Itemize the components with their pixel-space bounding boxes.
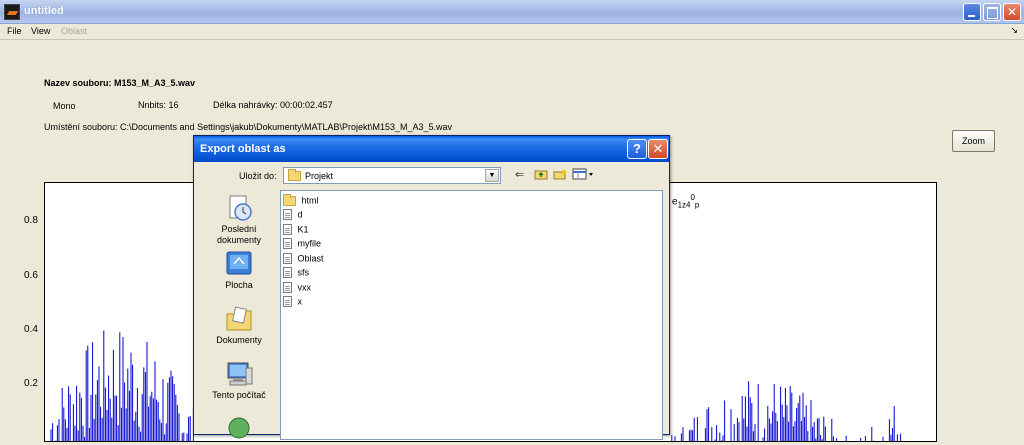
folder-icon [283, 193, 296, 206]
zoom-button[interactable]: Zoom [952, 130, 995, 152]
view-menu-icon[interactable] [572, 168, 594, 183]
my-documents-icon [224, 305, 254, 333]
recent-documents-icon [224, 194, 254, 222]
chevron-down-icon[interactable]: ▼ [485, 169, 499, 182]
ytick-label: 0.2 [24, 378, 38, 389]
channels-label: Mono [53, 101, 76, 111]
places-bar: Poslední dokumenty Plocha Dokumenty Tent… [200, 190, 278, 440]
ytick-label: 0.6 [24, 270, 38, 281]
place-recent-documents[interactable]: Poslední dokumenty [200, 194, 278, 246]
window-titlebar[interactable]: untitled ✕ [0, 0, 1024, 24]
list-item[interactable]: vxx [283, 282, 311, 296]
dialog-titlebar[interactable]: Export oblast as ? ✕ [194, 136, 669, 162]
place-my-computer[interactable]: Tento počítač [200, 360, 278, 401]
file-icon [283, 253, 292, 265]
dialog-close-button[interactable]: ✕ [648, 139, 668, 159]
desktop-icon [224, 250, 254, 278]
save-in-value: Projekt [305, 171, 334, 181]
file-icon [283, 296, 292, 308]
menu-file[interactable]: File [7, 26, 22, 36]
plot-annotation: e1z40p [672, 193, 700, 210]
dock-arrow-icon[interactable]: ↘ [1010, 25, 1018, 36]
place-network[interactable] [200, 414, 278, 444]
back-icon[interactable]: ⇐ [515, 168, 524, 181]
nbits-label: Nnbits: 16 [138, 100, 179, 110]
new-folder-icon[interactable] [553, 168, 568, 183]
save-in-combobox[interactable]: Projekt ▼ [283, 167, 501, 184]
place-desktop[interactable]: Plocha [200, 250, 278, 291]
minimize-button[interactable] [963, 3, 981, 21]
dialog-title: Export oblast as [200, 143, 286, 155]
file-icon [283, 224, 292, 236]
list-item[interactable]: Oblast [283, 253, 324, 267]
ytick-label: 0.4 [24, 324, 38, 335]
up-folder-icon[interactable] [534, 168, 548, 183]
filename-label: Nazev souboru: M153_M_A3_5.wav [44, 78, 196, 88]
my-computer-icon [224, 360, 254, 388]
menu-oblast[interactable]: Oblast [61, 26, 87, 36]
window-title: untitled [24, 5, 64, 17]
file-list[interactable]: html d K1 myfile Oblast sfs vxx x [280, 190, 663, 440]
list-item[interactable]: myfile [283, 238, 321, 252]
path-label: Umístění souboru: C:\Documents and Setti… [44, 122, 453, 132]
export-dialog: Export oblast as ? ✕ Uložit do: Projekt … [193, 135, 670, 440]
menu-view[interactable]: View [31, 26, 50, 36]
file-icon [283, 282, 292, 294]
maximize-button[interactable] [983, 3, 1001, 21]
close-button[interactable]: ✕ [1003, 3, 1021, 21]
network-icon [224, 414, 254, 442]
list-item[interactable]: x [283, 296, 302, 310]
list-item[interactable]: html [283, 193, 319, 209]
menubar: File View Oblast ↘ [0, 24, 1024, 40]
duration-label: Délka nahrávky: 00:00:02.457 [213, 100, 333, 110]
help-button[interactable]: ? [627, 139, 647, 159]
place-my-documents[interactable]: Dokumenty [200, 305, 278, 346]
list-item[interactable]: sfs [283, 267, 309, 281]
list-item[interactable]: d [283, 209, 303, 223]
file-icon [283, 267, 292, 279]
folder-icon [288, 169, 301, 183]
save-in-label: Uložit do: [239, 171, 277, 181]
ytick-label: 0.8 [24, 215, 38, 226]
matlab-icon [4, 4, 20, 20]
file-icon [283, 209, 292, 221]
list-item[interactable]: K1 [283, 224, 309, 238]
file-icon [283, 238, 292, 250]
